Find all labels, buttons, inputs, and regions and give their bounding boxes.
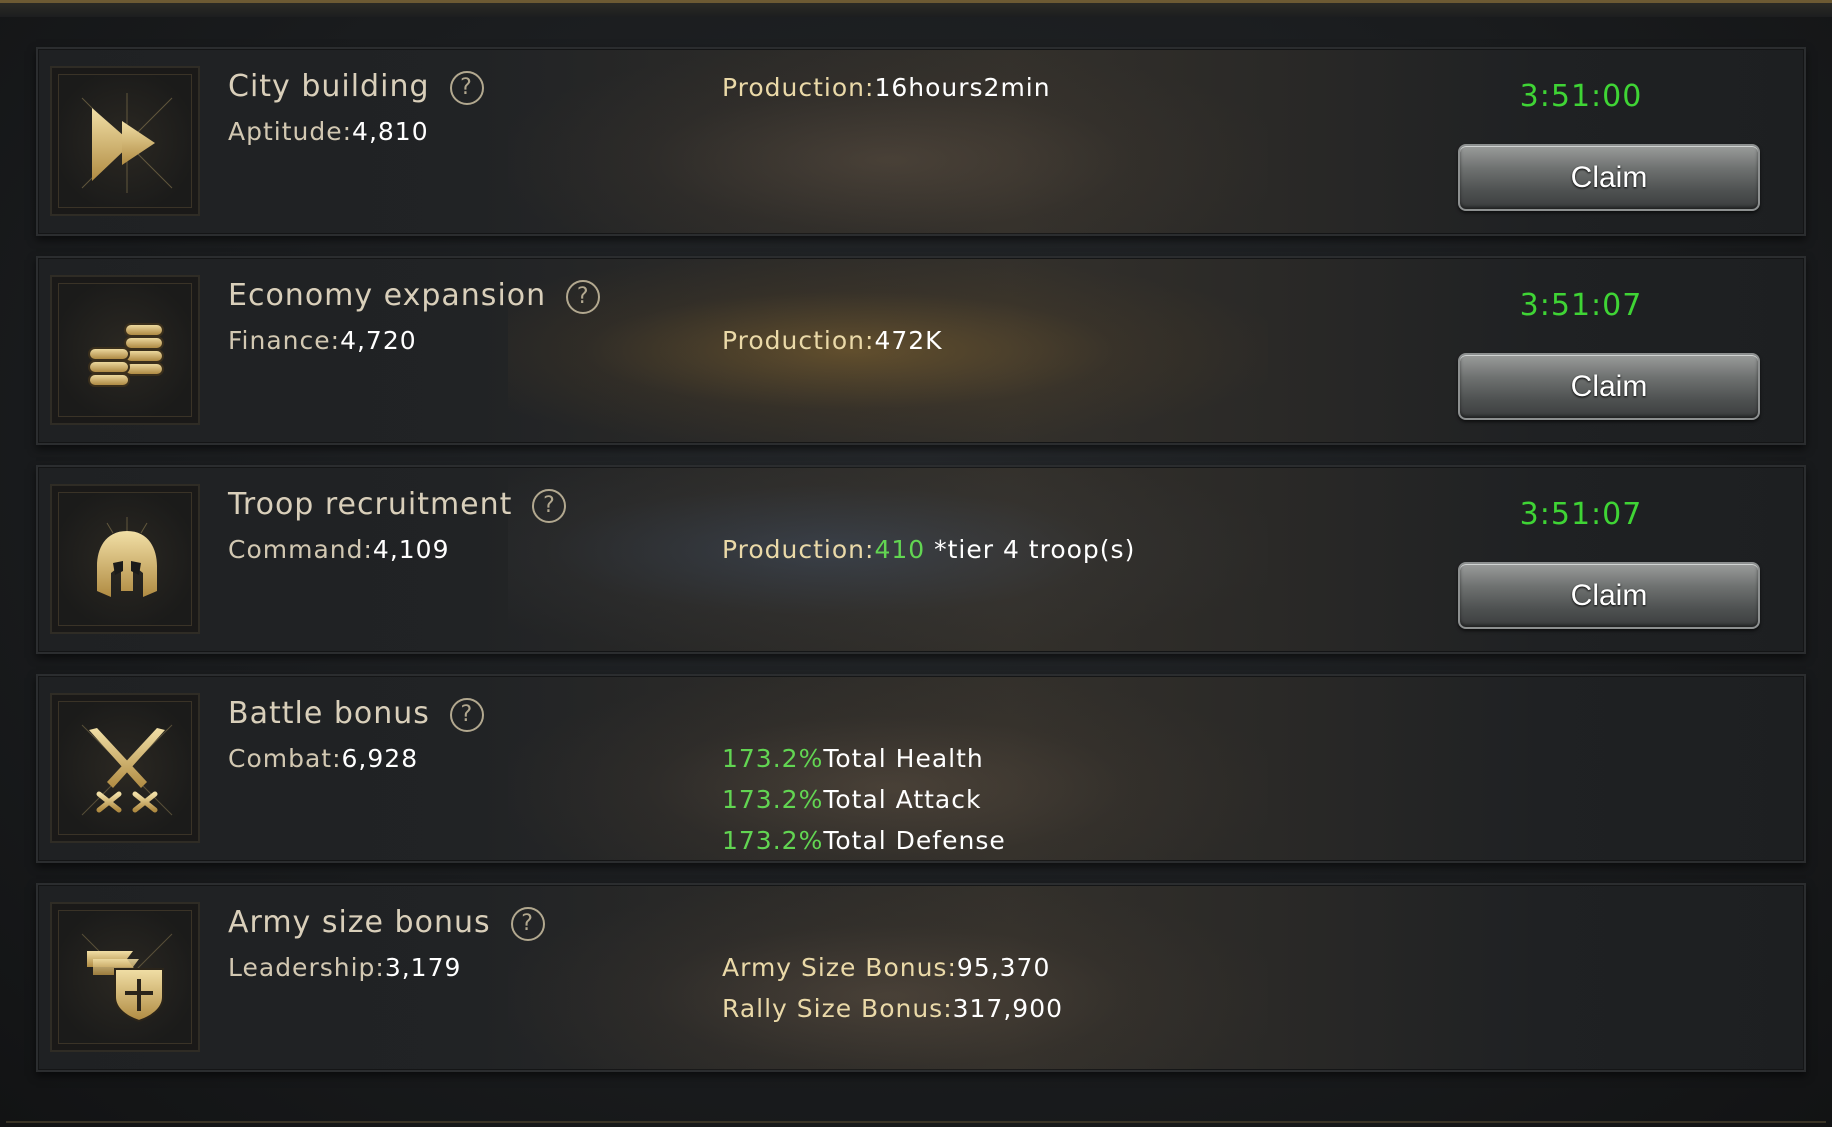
aptitude-stat: Aptitude:4,810 <box>228 117 429 146</box>
stat-label: Aptitude: <box>228 117 353 146</box>
claim-button[interactable]: Claim <box>1458 562 1760 629</box>
stat-value: 6,928 <box>341 744 419 773</box>
stat-label: Leadership: <box>228 953 385 982</box>
bonus-value: 173.2% <box>722 785 824 814</box>
title-text: Army size bonus <box>228 905 491 940</box>
bonus-label: Total Defense <box>823 826 1006 855</box>
city-building-row: City building? Aptitude:4,810 Production… <box>36 47 1806 236</box>
help-icon[interactable]: ? <box>449 71 484 105</box>
production-info: Production:410 *tier 4 troop(s) <box>722 535 1135 564</box>
total-defense-bonus: 173.2%Total Defense <box>722 826 1006 855</box>
stat-label: Command: <box>228 535 373 564</box>
title-text: Troop recruitment <box>228 487 513 522</box>
combat-stat: Combat:6,928 <box>228 744 418 773</box>
spartan-helmet-icon <box>97 517 157 597</box>
banner-shield-icon <box>81 933 173 1023</box>
crossed-swords-icon <box>81 724 173 816</box>
title-text: Battle bonus <box>228 696 430 731</box>
row-title: Economy expansion? <box>228 278 601 314</box>
army-size-bonus-row: Army size bonus? Leadership:3,179 Army S… <box>36 883 1806 1072</box>
gold-coins-icon <box>88 323 164 387</box>
bonus-value: 173.2% <box>722 826 824 855</box>
countdown-timer: 3:51:00 <box>1519 79 1643 114</box>
help-icon[interactable]: ? <box>449 698 484 732</box>
help-icon[interactable]: ? <box>566 280 601 314</box>
leadership-stat: Leadership:3,179 <box>228 953 461 982</box>
total-health-bonus: 173.2%Total Health <box>722 744 984 773</box>
troop-icon-frame <box>50 484 200 634</box>
row-title: Army size bonus? <box>228 905 545 941</box>
production-label: Production: <box>722 73 875 102</box>
production-info: Production:472K <box>722 326 943 355</box>
bonus-label: Total Health <box>823 744 984 773</box>
stat-label: Finance: <box>228 326 341 355</box>
stat-value: 3,179 <box>384 953 462 982</box>
rewards-panel: City building? Aptitude:4,810 Production… <box>0 0 1832 1127</box>
rally-size-value: 317,900 <box>952 994 1064 1023</box>
stat-value: 4,720 <box>340 326 417 355</box>
help-icon[interactable]: ? <box>532 489 567 523</box>
title-text: City building <box>228 69 430 104</box>
production-suffix: *tier 4 troop(s) <box>925 535 1136 564</box>
stat-value: 4,109 <box>372 535 450 564</box>
fast-forward-icon <box>81 93 173 193</box>
production-value: 16hours2min <box>874 73 1051 102</box>
total-attack-bonus: 173.2%Total Attack <box>722 785 981 814</box>
economy-expansion-row: Economy expansion? Finance:4,720 Product… <box>36 256 1806 445</box>
army-icon-frame <box>50 902 200 1052</box>
battle-icon-frame <box>50 693 200 843</box>
production-label: Production: <box>722 326 875 355</box>
troop-recruitment-row: Troop recruitment? Command:4,109 Product… <box>36 465 1806 654</box>
production-value: 410 <box>874 535 926 564</box>
countdown-timer: 3:51:07 <box>1519 288 1643 323</box>
army-size-label: Army Size Bonus: <box>722 953 957 982</box>
army-size-bonus: Army Size Bonus:95,370 <box>722 953 1050 982</box>
bonus-value: 173.2% <box>722 744 824 773</box>
production-value: 472K <box>874 326 943 355</box>
battle-bonus-row: Battle bonus? Combat:6,928 173.2%Total H… <box>36 674 1806 863</box>
row-title: Battle bonus? <box>228 696 484 732</box>
countdown-timer: 3:51:07 <box>1519 497 1643 532</box>
rally-size-bonus: Rally Size Bonus:317,900 <box>722 994 1063 1023</box>
command-stat: Command:4,109 <box>228 535 450 564</box>
rally-size-label: Rally Size Bonus: <box>722 994 953 1023</box>
production-label: Production: <box>722 535 875 564</box>
finance-stat: Finance:4,720 <box>228 326 417 355</box>
economy-icon-frame <box>50 275 200 425</box>
stat-value: 4,810 <box>352 117 429 146</box>
help-icon[interactable]: ? <box>510 907 545 941</box>
city-building-icon-frame <box>50 66 200 216</box>
army-size-value: 95,370 <box>956 953 1051 982</box>
production-info: Production:16hours2min <box>722 73 1051 102</box>
claim-button[interactable]: Claim <box>1458 144 1760 211</box>
claim-button[interactable]: Claim <box>1458 353 1760 420</box>
bonus-label: Total Attack <box>823 785 982 814</box>
row-title: City building? <box>228 69 484 105</box>
stat-label: Combat: <box>228 744 342 773</box>
title-text: Economy expansion <box>228 278 547 313</box>
row-title: Troop recruitment? <box>228 487 567 523</box>
